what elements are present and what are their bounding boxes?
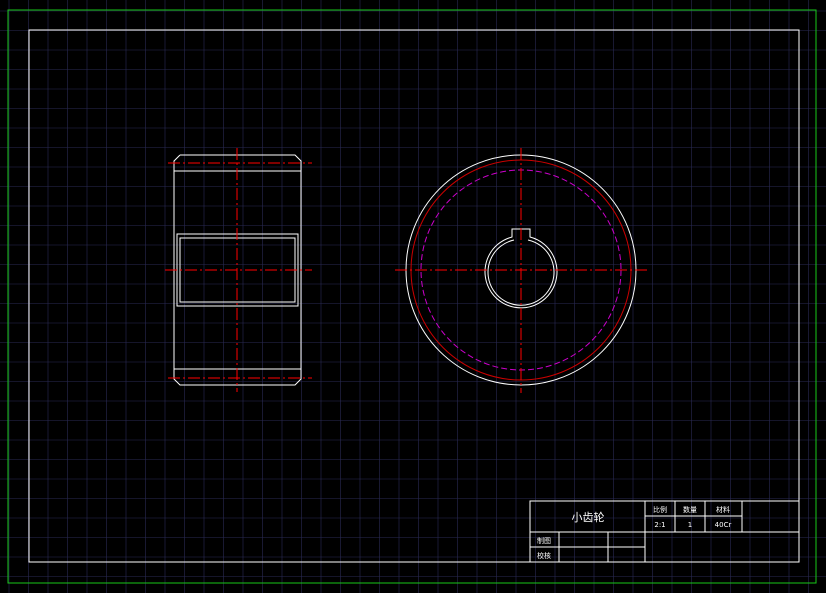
value-quantity: 1	[688, 521, 692, 529]
part-name: 小齿轮	[572, 510, 605, 524]
background-grid	[0, 0, 826, 593]
header-scale: 比例	[653, 505, 667, 514]
gear-side-view[interactable]	[165, 148, 312, 392]
value-scale: 2:1	[654, 521, 665, 529]
value-material: 40Cr	[715, 521, 732, 529]
gear-front-view[interactable]	[395, 148, 647, 393]
cad-drawing-canvas[interactable]: 小齿轮 比例 数量 材料 2:1 1 40Cr 制图 校核	[0, 0, 826, 593]
label-checked-by: 校核	[537, 551, 551, 560]
header-quantity: 数量	[683, 505, 697, 514]
label-drawn-by: 制图	[537, 536, 551, 545]
header-material: 材料	[716, 505, 730, 514]
outer-border	[7, 9, 817, 584]
